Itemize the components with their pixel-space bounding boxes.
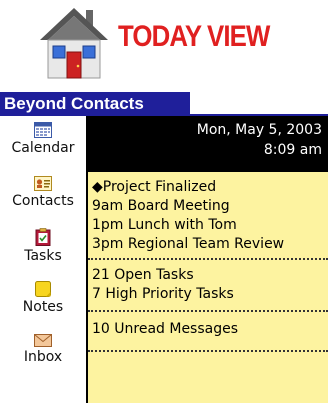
sidebar-item-calendar[interactable]: Calendar (0, 122, 86, 156)
sidebar-item-inbox[interactable]: Inbox (0, 334, 86, 365)
current-date: Mon, May 5, 2003 (196, 122, 322, 138)
sidebar-item-label: Tasks (24, 248, 62, 264)
sidebar-item-label: Inbox (23, 349, 63, 365)
contacts-card-icon (34, 176, 52, 191)
sidebar-item-notes[interactable]: Notes (0, 281, 86, 315)
house-icon (40, 8, 108, 79)
task-summary-item[interactable]: 7 High Priority Tasks (88, 285, 328, 304)
messages-section[interactable]: 10 Unread Messages (88, 320, 328, 339)
sidebar: Calendar Contacts Tasks Notes Inbox (0, 116, 86, 403)
app-title-bar: Beyond Contacts (0, 92, 190, 116)
header: TODAY VIEW (0, 0, 328, 85)
event-item[interactable]: ◆Project Finalized (88, 178, 328, 197)
calendar-icon (34, 122, 52, 138)
tasks-clipboard-icon (35, 228, 51, 246)
section-divider (88, 258, 328, 260)
sidebar-item-label: Contacts (12, 193, 74, 209)
events-section[interactable]: ◆Project Finalized 9am Board Meeting 1pm… (88, 178, 328, 254)
event-item[interactable]: 9am Board Meeting (88, 197, 328, 216)
today-panel: Mon, May 5, 2003 8:09 am ◆Project Finali… (88, 116, 328, 403)
page-title: TODAY VIEW (118, 20, 270, 53)
sidebar-item-tasks[interactable]: Tasks (0, 228, 86, 264)
event-item[interactable]: 1pm Lunch with Tom (88, 216, 328, 235)
section-divider (88, 350, 328, 352)
section-divider (88, 310, 328, 312)
sidebar-item-label: Notes (22, 299, 64, 315)
tasks-section[interactable]: 21 Open Tasks 7 High Priority Tasks (88, 266, 328, 304)
sidebar-item-label: Calendar (11, 140, 75, 156)
current-time: 8:09 am (263, 142, 322, 158)
date-time-panel: Mon, May 5, 2003 8:09 am (88, 116, 328, 172)
task-summary-item[interactable]: 21 Open Tasks (88, 266, 328, 285)
notes-icon (35, 281, 51, 297)
sidebar-item-contacts[interactable]: Contacts (0, 176, 86, 209)
inbox-envelope-icon (34, 334, 52, 347)
message-summary-item[interactable]: 10 Unread Messages (88, 320, 328, 339)
event-item[interactable]: 3pm Regional Team Review (88, 235, 328, 254)
